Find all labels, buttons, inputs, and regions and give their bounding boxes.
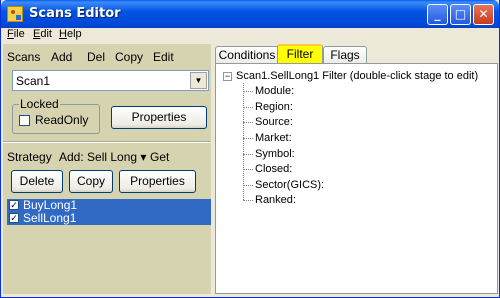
strategy-checkbox[interactable]: ✓ — [9, 200, 19, 210]
readonly-checkbox[interactable] — [19, 115, 30, 126]
scans-edit-button[interactable]: Edit — [153, 50, 174, 64]
scans-del-button[interactable]: Del — [87, 50, 105, 64]
tree-item-source[interactable]: Source: — [243, 116, 293, 128]
locked-legend: Locked — [19, 97, 60, 111]
menu-file-rest: ile — [13, 28, 25, 40]
strategy-add-dropdown[interactable]: Add: Sell Long ▾ — [59, 150, 146, 164]
tree-item-module[interactable]: Module: — [243, 85, 294, 97]
tab-conditions[interactable]: Conditions — [215, 46, 279, 64]
scan-select[interactable]: Scan1 ▼ — [12, 70, 209, 91]
filter-tree-root-label: Scan1.SellLong1 Filter (double-click sta… — [236, 70, 479, 82]
tree-item-label: Ranked: — [255, 194, 296, 206]
close-icon: ✕ — [478, 7, 489, 21]
tree-item-market[interactable]: Market: — [243, 132, 292, 144]
strategy-list: ✓ BuyLong1 ✓ SellLong1 — [7, 199, 211, 225]
tree-item-closed[interactable]: Closed: — [243, 163, 292, 175]
tab-strip: Conditions Filter Flags — [215, 44, 499, 64]
maximize-button[interactable]: □ — [450, 4, 471, 25]
menu-help-key: H — [59, 28, 67, 40]
strategy-copy-button[interactable]: Copy — [69, 170, 113, 193]
tree-item-label: Market: — [255, 132, 292, 144]
tree-item-label: Symbol: — [255, 148, 295, 160]
app-icon — [7, 6, 23, 22]
tree-item-label: Source: — [255, 116, 293, 128]
dropdown-arrow-icon: ▾ — [140, 150, 147, 164]
strategy-delete-button[interactable]: Delete — [11, 170, 63, 193]
strategy-add-label: Add: Sell Long — [59, 150, 138, 164]
minimize-icon: _ — [434, 7, 441, 21]
scans-label: Scans — [7, 50, 41, 64]
menu-bar: File Edit Help — [1, 28, 499, 42]
scans-section: Scans Add Del Copy Edit Scan1 ▼ Locked R… — [3, 44, 211, 140]
tab-flags[interactable]: Flags — [323, 46, 367, 64]
menu-help-rest: elp — [66, 28, 82, 40]
filter-panel: − Scan1.SellLong1 Filter (double-click st… — [215, 63, 498, 294]
locked-group: Locked ReadOnly — [12, 97, 100, 134]
tab-filter[interactable]: Filter — [277, 44, 323, 64]
menu-edit[interactable]: Edit — [33, 28, 52, 40]
tree-item-label: Module: — [255, 85, 295, 97]
tree-item-ranked[interactable]: Ranked: — [243, 194, 296, 206]
left-panel: Scans Add Del Copy Edit Scan1 ▼ Locked R… — [3, 44, 211, 294]
list-item[interactable]: ✓ SellLong1 — [7, 212, 211, 225]
strategy-label: BuyLong1 — [23, 198, 78, 212]
maximize-icon: □ — [454, 7, 467, 21]
menu-edit-rest: dit — [40, 28, 52, 40]
tree-item-sector[interactable]: Sector(GICS): — [243, 179, 324, 191]
collapse-icon[interactable]: − — [223, 71, 232, 81]
strategy-get-button[interactable]: Get — [150, 150, 169, 164]
scans-editor-window: Scans Editor _ □ ✕ File Edit Help Scans … — [0, 0, 500, 298]
tree-item-label: Closed: — [255, 163, 293, 175]
menu-file-key: F — [7, 28, 14, 40]
scans-add-button[interactable]: Add — [51, 50, 72, 64]
tree-item-label: Region: — [255, 101, 293, 113]
strategy-properties-button[interactable]: Properties — [119, 170, 196, 193]
chevron-down-icon[interactable]: ▼ — [190, 72, 207, 89]
close-button[interactable]: ✕ — [473, 4, 494, 25]
filter-tree-root[interactable]: − Scan1.SellLong1 Filter (double-click st… — [223, 70, 478, 82]
scans-copy-button[interactable]: Copy — [115, 50, 143, 64]
tree-item-region[interactable]: Region: — [243, 101, 293, 113]
tree-item-label: Sector(GICS): — [255, 179, 325, 191]
scan-select-value: Scan1 — [16, 74, 51, 88]
strategy-checkbox[interactable]: ✓ — [9, 213, 19, 223]
tree-item-symbol[interactable]: Symbol: — [243, 148, 295, 160]
window-title: Scans Editor — [29, 6, 121, 21]
menu-file[interactable]: File — [7, 28, 25, 40]
menu-help[interactable]: Help — [59, 28, 82, 40]
strategy-label: Strategy — [7, 150, 52, 164]
readonly-label: ReadOnly — [35, 113, 89, 127]
title-bar[interactable]: Scans Editor _ □ ✕ — [1, 0, 499, 28]
strategy-label: SellLong1 — [23, 211, 77, 225]
strategy-section: Strategy Add: Sell Long ▾ Get Delete Cop… — [3, 143, 211, 294]
scan-properties-button[interactable]: Properties — [111, 106, 207, 129]
minimize-button[interactable]: _ — [427, 4, 448, 25]
